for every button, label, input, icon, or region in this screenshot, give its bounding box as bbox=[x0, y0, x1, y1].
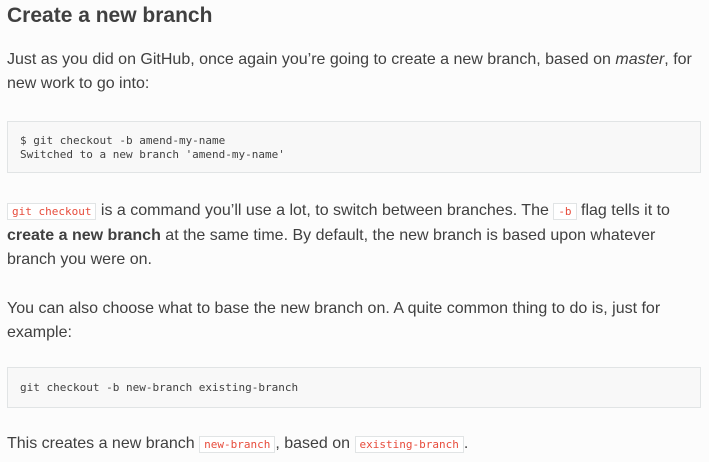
document-page: Create a new branch Just as you did on G… bbox=[0, 0, 709, 462]
inline-code-new-branch: new-branch bbox=[199, 436, 276, 453]
choose-base-paragraph: You can also choose what to base the new… bbox=[7, 300, 661, 341]
inline-code-git-checkout: git checkout bbox=[7, 203, 97, 220]
section-heading: Create a new branch bbox=[7, 4, 213, 27]
explanation-strong: create a new branch bbox=[7, 227, 161, 244]
result-text-a: This creates a new branch bbox=[7, 435, 200, 452]
code-block-existing-branch[interactable]: git checkout -b new-branch existing-bran… bbox=[7, 367, 701, 408]
code-line: git checkout -b new-branch existing-bran… bbox=[20, 381, 299, 394]
inline-code-existing-branch: existing-branch bbox=[354, 436, 464, 453]
result-paragraph: This creates a new branch new-branch, ba… bbox=[7, 432, 697, 457]
intro-paragraph: Just as you did on GitHub, once again yo… bbox=[7, 48, 697, 96]
code-line-2: Switched to a new branch 'amend-my-name' bbox=[20, 148, 285, 161]
result-text-b: , based on bbox=[275, 435, 355, 452]
intro-emphasis: master bbox=[615, 51, 665, 68]
code-block-checkout[interactable]: $ git checkout -b amend-my-name Switched… bbox=[7, 121, 701, 173]
explanation-paragraph: git checkout is a command you’ll use a l… bbox=[7, 199, 697, 272]
code-line-1: $ git checkout -b amend-my-name bbox=[20, 134, 226, 147]
explanation-text-b: flag tells it to bbox=[576, 202, 670, 219]
result-text-c: . bbox=[463, 435, 469, 452]
intro-text-before: Just as you did on GitHub, once again yo… bbox=[7, 51, 616, 68]
explanation-text-a: is a command you’ll use a lot, to switch… bbox=[96, 202, 554, 219]
inline-code-b-flag: -b bbox=[553, 203, 577, 220]
